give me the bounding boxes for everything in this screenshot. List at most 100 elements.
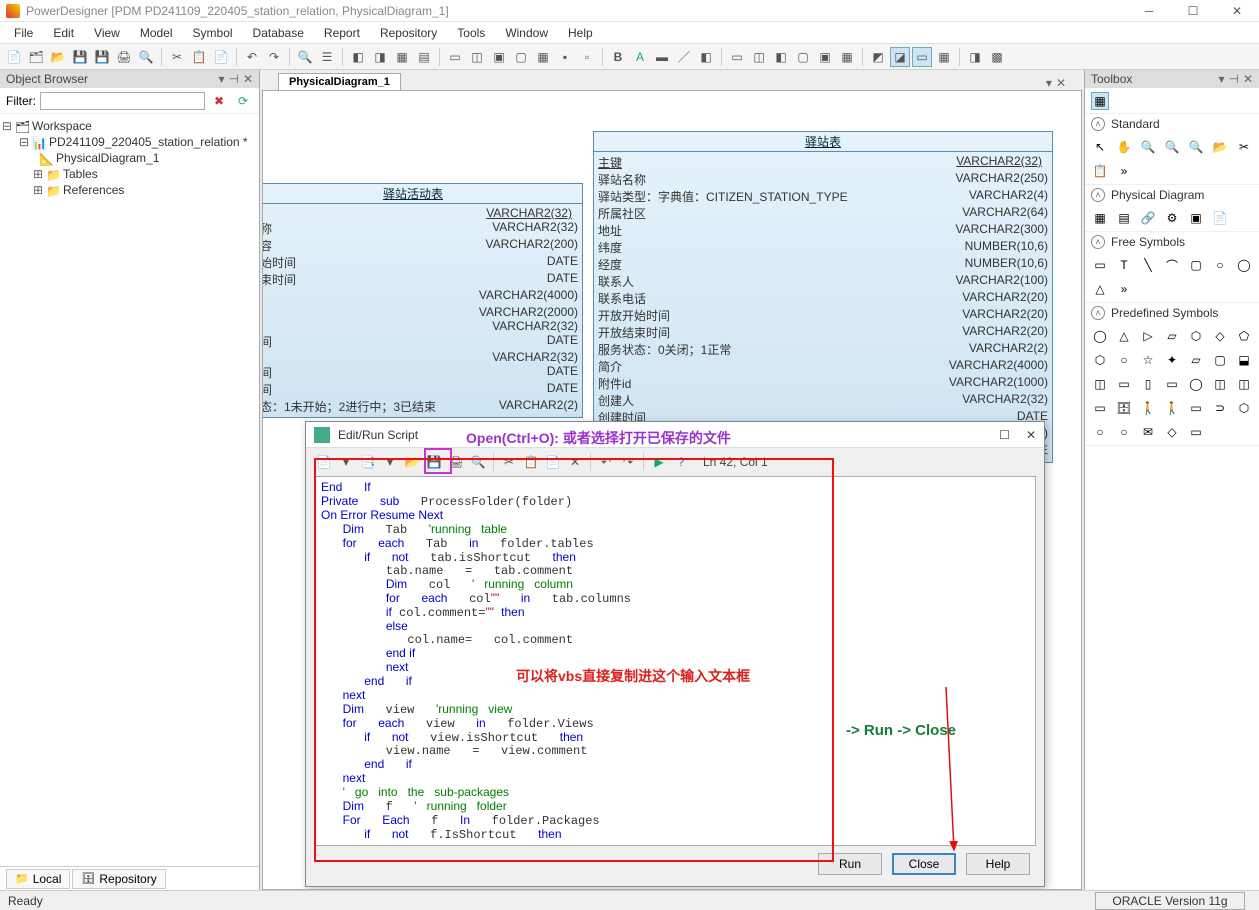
find-icon[interactable]: 🔍 [295,47,315,67]
script-paste-icon[interactable]: 📄 [543,452,563,472]
pinned-icon[interactable]: ⊣ [228,72,238,86]
tab-repository[interactable]: 🗄Repository [72,869,165,889]
p9-icon[interactable]: ○ [1115,351,1133,369]
table-icon[interactable]: ▦ [1091,209,1109,227]
p11-icon[interactable]: ✦ [1163,351,1181,369]
menu-repository[interactable]: Repository [370,24,447,42]
pkg-icon[interactable]: ▣ [1187,209,1205,227]
p31-icon[interactable]: ✉ [1139,423,1157,441]
p22-icon[interactable]: ▭ [1091,399,1109,417]
tool-n-icon[interactable]: ◧ [771,47,791,67]
p17-icon[interactable]: ▯ [1139,375,1157,393]
view-icon[interactable]: ▤ [1115,209,1133,227]
tbx-pin-icon[interactable]: ⊣ [1228,72,1238,86]
script-new-icon[interactable]: 📄 [314,452,334,472]
tool-s-icon[interactable]: ◪ [890,47,910,67]
menu-file[interactable]: File [4,24,43,42]
doc-close-icon[interactable]: ✕ [1056,76,1066,90]
tool-h-icon[interactable]: ▢ [511,47,531,67]
menu-model[interactable]: Model [130,24,183,42]
save-all-icon[interactable]: 💾 [92,47,112,67]
grid-view-icon[interactable]: ▦ [1091,92,1109,110]
p1-icon[interactable]: ◯ [1091,327,1109,345]
tool-p-icon[interactable]: ▣ [815,47,835,67]
p26-icon[interactable]: ▭ [1187,399,1205,417]
menu-window[interactable]: Window [495,24,558,42]
menu-edit[interactable]: Edit [43,24,84,42]
script-dd2-icon[interactable]: ▾ [380,452,400,472]
bold-icon[interactable]: B [608,47,628,67]
props-icon[interactable]: ☰ [317,47,337,67]
panel-close-icon[interactable]: ✕ [243,72,253,86]
save-icon[interactable]: 💾 [70,47,90,67]
preview-icon[interactable]: 🔍 [136,47,156,67]
tool-r-icon[interactable]: ◩ [868,47,888,67]
script-cut-icon[interactable]: ✂ [499,452,519,472]
p30-icon[interactable]: ○ [1115,423,1133,441]
dialog-close-icon[interactable]: ✕ [1026,428,1036,442]
tool-o-icon[interactable]: ▢ [793,47,813,67]
print-icon[interactable]: 🖨 [114,47,134,67]
p2-icon[interactable]: △ [1115,327,1133,345]
tool-c-icon[interactable]: ▦ [392,47,412,67]
undo-icon[interactable]: ↶ [242,47,262,67]
new-icon[interactable]: 📄 [4,47,24,67]
script-redo-icon[interactable]: ↷ [618,452,638,472]
menu-report[interactable]: Report [314,24,370,42]
minimize-button[interactable]: ─ [1127,0,1171,22]
open2-icon[interactable]: 📂 [1211,138,1229,156]
table-station[interactable]: 驿站表 主键VARCHAR2(32)驿站名称VARCHAR2(250)驿站类型：… [593,131,1053,463]
p14-icon[interactable]: ⬓ [1235,351,1253,369]
p5-icon[interactable]: ⬡ [1187,327,1205,345]
tool-m-icon[interactable]: ◫ [749,47,769,67]
script-undo-icon[interactable]: ↶ [596,452,616,472]
line-icon[interactable]: ／ [674,47,694,67]
zoom-out-icon[interactable]: 🔍 [1163,138,1181,156]
pointer-icon[interactable]: ↖ [1091,138,1109,156]
p18-icon[interactable]: ▭ [1163,375,1181,393]
script-copy-icon[interactable]: 📋 [521,452,541,472]
copy-icon[interactable]: 📋 [189,47,209,67]
menu-symbol[interactable]: Symbol [183,24,243,42]
script-open-icon[interactable]: 📂 [402,452,422,472]
filter-refresh-icon[interactable]: ⟳ [233,91,253,111]
tool-e-icon[interactable]: ▭ [445,47,465,67]
p16-icon[interactable]: ▭ [1115,375,1133,393]
pin-icon[interactable]: ▾ [218,72,224,86]
p7-icon[interactable]: ⬠ [1235,327,1253,345]
filter-input[interactable] [40,92,205,110]
arc-icon[interactable]: ⌒ [1163,256,1181,274]
tool-a-icon[interactable]: ◧ [348,47,368,67]
menu-view[interactable]: View [84,24,130,42]
text-a-icon[interactable]: A [630,47,650,67]
tool-g-icon[interactable]: ▣ [489,47,509,67]
tool-f-icon[interactable]: ◫ [467,47,487,67]
p27-icon[interactable]: ⊃ [1211,399,1229,417]
tool-d-icon[interactable]: ▤ [414,47,434,67]
tbx-menu-icon[interactable]: ▾ [1218,72,1224,86]
poly-icon[interactable]: △ [1091,280,1109,298]
doc-menu-icon[interactable]: ▾ [1046,76,1052,90]
filter-clear-icon[interactable]: ✖ [209,91,229,111]
chev2-icon[interactable]: » [1115,280,1133,298]
db-icon[interactable]: 🗄 [1115,399,1133,417]
p32-icon[interactable]: ◇ [1163,423,1181,441]
script-find-icon[interactable]: 🔍 [468,452,488,472]
section-physical[interactable]: Physical Diagram [1111,188,1204,202]
zoom-in-icon[interactable]: 🔍 [1139,138,1157,156]
run-button[interactable]: Run [818,853,882,875]
help-button[interactable]: Help [966,853,1030,875]
tool-t-icon[interactable]: ▭ [912,47,932,67]
style-icon[interactable]: ◧ [696,47,716,67]
cut-icon[interactable]: ✂ [167,47,187,67]
section-standard[interactable]: Standard [1111,117,1160,131]
menu-tools[interactable]: Tools [447,24,495,42]
menu-database[interactable]: Database [243,24,314,42]
ellipse-icon[interactable]: ○ [1211,256,1229,274]
tool-i-icon[interactable]: ▦ [533,47,553,67]
rect-icon[interactable]: ▭ [1091,256,1109,274]
zoom-fit-icon[interactable]: 🔍 [1187,138,1205,156]
person-icon[interactable]: 🚶 [1139,399,1157,417]
p20-icon[interactable]: ◫ [1211,375,1229,393]
paste-icon[interactable]: 📄 [211,47,231,67]
